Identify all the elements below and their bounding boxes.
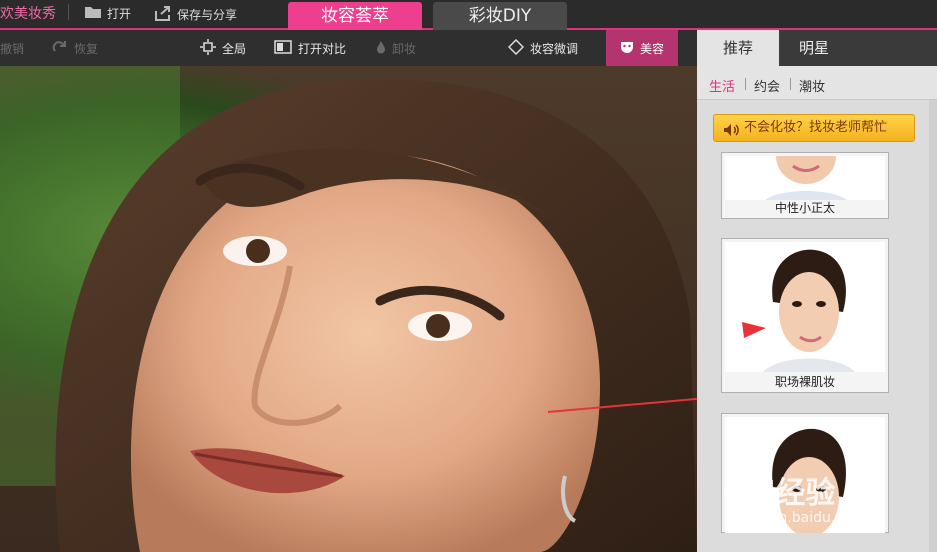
- category-tabs: 生活 约会 潮妆: [697, 66, 937, 100]
- redo-button[interactable]: 恢复: [52, 30, 98, 66]
- finetune-label: 妆容微调: [530, 41, 579, 56]
- save-share-label: 保存与分享: [177, 8, 238, 22]
- compare-button[interactable]: 打开对比: [274, 30, 346, 66]
- fit-label: 全局: [222, 41, 247, 56]
- style-caption: 职场裸肌妆: [774, 375, 835, 389]
- redo-label: 恢复: [74, 41, 99, 56]
- save-share-button[interactable]: 保存与分享: [154, 5, 237, 24]
- beauty-label: 美容: [640, 41, 665, 56]
- remove-makeup-button[interactable]: 卸妆: [376, 30, 416, 66]
- top-bar: 欢美妆秀 打开 保存与分享 妆容荟萃 彩妆DIY: [0, 0, 937, 30]
- fit-screen-button[interactable]: 全局: [200, 30, 246, 66]
- separator: [790, 78, 791, 90]
- red-arrow-icon: [742, 322, 766, 338]
- mask-icon: [620, 40, 634, 57]
- app-brand: 欢美妆秀: [0, 6, 56, 22]
- redo-icon: [52, 40, 68, 57]
- subtab-life[interactable]: 生活: [709, 76, 735, 95]
- edit-toolbar: 撤销 恢复 全局 打开对比 卸妆 妆容微调 美容: [0, 30, 697, 66]
- tab-makeup-collection[interactable]: 妆容荟萃: [288, 2, 422, 30]
- style-card[interactable]: 中性小正太: [721, 152, 889, 219]
- tab-makeup-diy[interactable]: 彩妆DIY: [433, 2, 567, 30]
- beauty-button[interactable]: 美容: [606, 30, 679, 66]
- folder-icon: [84, 5, 102, 22]
- style-thumbnail: [725, 156, 885, 200]
- undo-button[interactable]: 撤销: [0, 30, 24, 66]
- panel-scrollbar[interactable]: [929, 100, 937, 552]
- compare-label: 打开对比: [298, 41, 347, 56]
- tab-stars[interactable]: 明星: [779, 30, 849, 66]
- style-card[interactable]: 职场裸肌妆: [721, 238, 889, 393]
- fit-screen-icon: [200, 38, 216, 58]
- share-icon: [154, 5, 172, 24]
- separator: [745, 78, 746, 90]
- speaker-icon: [723, 121, 739, 147]
- finetune-button[interactable]: 妆容微调: [507, 30, 579, 66]
- diamond-icon: [507, 38, 525, 58]
- tab-recommend[interactable]: 推荐: [697, 30, 779, 66]
- separator: [68, 4, 69, 20]
- watermark-brand: Bai经验: [722, 476, 836, 511]
- subtab-date[interactable]: 约会: [754, 76, 780, 95]
- portrait-photo: [0, 66, 697, 552]
- help-button[interactable]: 不会化妆？找妆老师帮忙: [713, 114, 915, 142]
- drop-icon: [376, 40, 386, 57]
- compare-icon: [274, 39, 292, 57]
- undo-label: 撤销: [0, 41, 25, 56]
- style-caption: 中性小正太: [774, 201, 835, 215]
- panel-tabs: 推荐 明星: [697, 30, 937, 66]
- open-label: 打开: [107, 7, 132, 21]
- photo-canvas[interactable]: [0, 66, 697, 552]
- help-label: 不会化妆？找妆老师帮忙: [744, 120, 888, 135]
- watermark-url: jingyan.baidu.com: [736, 510, 866, 526]
- remove-label: 卸妆: [392, 41, 417, 56]
- style-thumbnail: [725, 242, 885, 372]
- subtab-trend[interactable]: 潮妆: [799, 76, 825, 95]
- open-button[interactable]: 打开: [84, 5, 131, 22]
